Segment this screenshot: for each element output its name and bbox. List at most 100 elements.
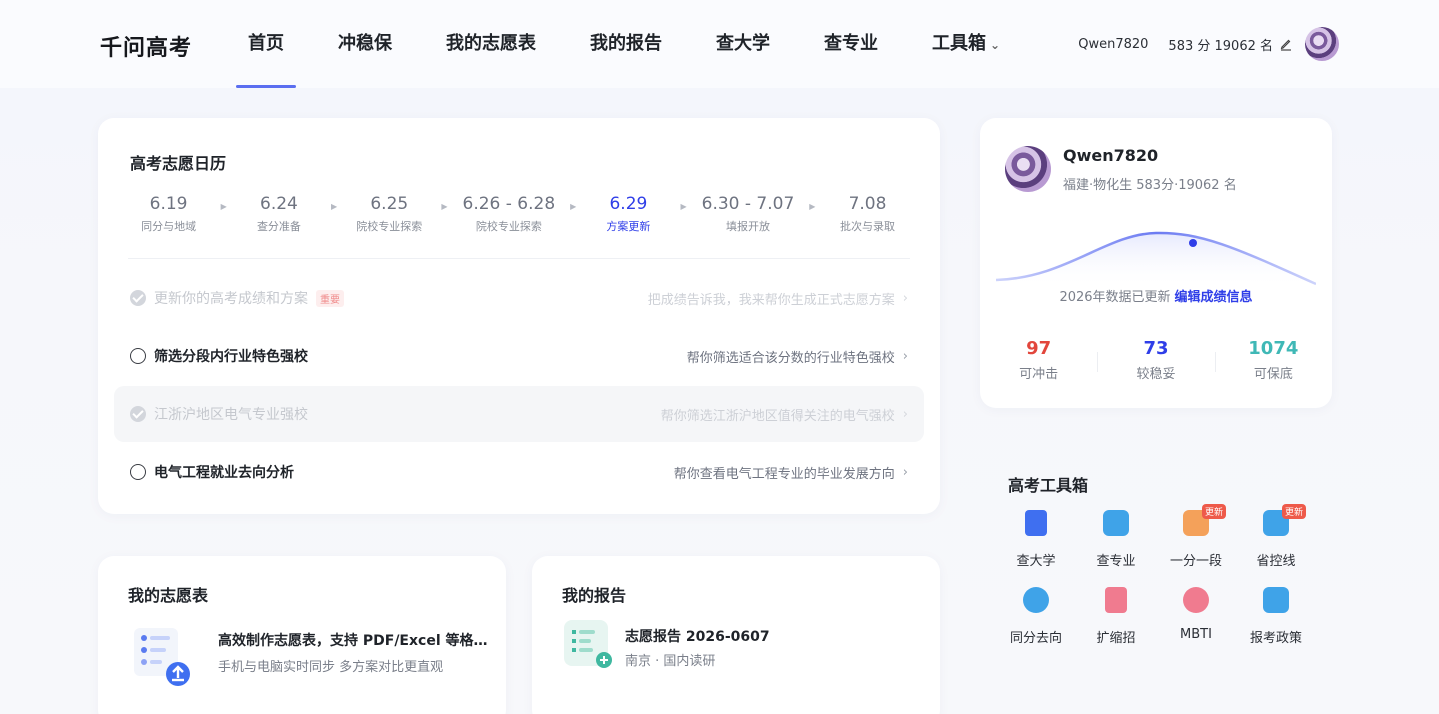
stat-label: 可保底 bbox=[1253, 367, 1293, 382]
wishlist-item-title: 高效制作志愿表，支持 PDF/Excel 等格式导出 bbox=[218, 633, 488, 649]
toolbox-title: 高考工具箱 bbox=[1008, 476, 1089, 495]
wishlist-export-icon bbox=[134, 628, 190, 686]
nav-toolbox[interactable]: 工具箱 ⌄ bbox=[914, 0, 1018, 88]
profile-avatar bbox=[1005, 146, 1051, 192]
stat-safety[interactable]: 1074 可保底 bbox=[1214, 338, 1332, 382]
calendar-step[interactable]: 6.26 - 6.28 院校专业探索 bbox=[449, 194, 569, 234]
profile-info: 福建·物化生 583分·19062 名 bbox=[1063, 178, 1237, 193]
header-score-rank: 583 分 19062 名 bbox=[1168, 38, 1273, 54]
calendar-step[interactable]: 6.25 院校专业探索 bbox=[339, 194, 440, 234]
major-icon bbox=[1103, 510, 1129, 536]
task-desc: 帮你筛选江浙沪地区值得关注的电气强校 bbox=[660, 408, 895, 424]
report-item-subtitle: 南京 · 国内读研 bbox=[625, 654, 716, 669]
step-label: 填报开放 bbox=[725, 220, 770, 233]
tool-label: 一分一段 bbox=[1169, 554, 1222, 569]
profile-stats: 97 可冲击 73 较稳妥 1074 可保底 bbox=[980, 338, 1332, 382]
top-header: 千问高考 首页 冲稳保 我的志愿表 我的报告 查大学 查专业 工具箱 ⌄ Qwen… bbox=[0, 0, 1439, 88]
calendar-card: 高考志愿日历 6.19 同分与地域 ▶ 6.24 查分准备 ▶ 6.25 院校专业探索… bbox=[98, 118, 940, 514]
update-text: 2026年数据已更新 bbox=[1059, 290, 1171, 305]
check-circle-icon[interactable] bbox=[130, 406, 146, 422]
tool-same-score[interactable]: 同分去向 bbox=[996, 587, 1076, 646]
university-icon bbox=[1025, 510, 1047, 536]
tool-policy[interactable]: 报考政策 bbox=[1236, 587, 1316, 646]
profile-name: Qwen7820 bbox=[1063, 146, 1159, 165]
tool-label: 扩缩招 bbox=[1096, 631, 1136, 646]
circle-icon[interactable] bbox=[130, 464, 146, 480]
step-date: 7.08 bbox=[848, 194, 887, 214]
tool-label: MBTI bbox=[1180, 627, 1212, 642]
report-item-title: 志愿报告 2026-0607 bbox=[625, 629, 770, 645]
wishlist-card[interactable]: 我的志愿表 高效制作志愿表，支持 PDF/Excel 等格式导出 手机与电脑实时… bbox=[98, 556, 506, 714]
avatar[interactable] bbox=[1305, 27, 1339, 61]
step-arrow-icon: ▶ bbox=[220, 202, 227, 211]
nav-label: 工具箱 bbox=[932, 33, 986, 54]
chevron-right-icon: › bbox=[902, 290, 908, 306]
task-item[interactable]: 筛选分段内行业特色强校 帮你筛选适合该分数的行业特色强校 › bbox=[114, 328, 924, 384]
tool-label: 报考政策 bbox=[1249, 631, 1302, 646]
toolbox-grid: 查大学 查专业 更新 一分一段 更新 省控线 同分去向 扩缩招 MBTI 报考政… bbox=[996, 504, 1316, 646]
nav-label: 冲稳保 bbox=[338, 33, 392, 54]
mbti-icon bbox=[1183, 587, 1209, 613]
nav-home[interactable]: 首页 bbox=[230, 0, 302, 88]
data-update-line: 2026年数据已更新 编辑成绩信息 bbox=[980, 286, 1332, 305]
check-circle-icon[interactable] bbox=[130, 290, 146, 306]
chevron-right-icon: › bbox=[902, 406, 908, 422]
chevron-right-icon: › bbox=[902, 464, 908, 480]
task-name: 电气工程就业去向分析 bbox=[154, 465, 294, 481]
nav-my-report[interactable]: 我的报告 bbox=[572, 0, 680, 88]
profile-card: Qwen7820 福建·物化生 583分·19062 名 2026年数据已更新编… bbox=[980, 118, 1332, 408]
update-tag: 更新 bbox=[1282, 504, 1307, 519]
stat-label: 较稳妥 bbox=[1136, 367, 1176, 382]
task-item[interactable]: 更新你的高考成绩和方案 重要 把成绩告诉我，我来帮你生成正式志愿方案 › bbox=[114, 270, 924, 326]
tool-score-segment[interactable]: 更新 一分一段 bbox=[1156, 504, 1236, 569]
task-item[interactable]: 电气工程就业去向分析 帮你查看电气工程专业的毕业发展方向 › bbox=[114, 444, 924, 500]
score-distribution-curve bbox=[996, 231, 1316, 288]
edit-score-link[interactable]: 编辑成绩信息 bbox=[1175, 290, 1253, 305]
nav-search-major[interactable]: 查专业 bbox=[806, 0, 896, 88]
stat-match[interactable]: 73 较稳妥 bbox=[1097, 338, 1214, 382]
calendar-title: 高考志愿日历 bbox=[130, 154, 227, 173]
update-tag: 更新 bbox=[1202, 504, 1227, 519]
task-item[interactable]: 江浙沪地区电气专业强校 帮你筛选江浙沪地区值得关注的电气强校 › bbox=[114, 386, 924, 442]
stat-label: 可冲击 bbox=[1019, 367, 1059, 382]
nav-label: 查大学 bbox=[716, 33, 770, 54]
nav-search-university[interactable]: 查大学 bbox=[698, 0, 788, 88]
step-label: 同分与地域 bbox=[141, 220, 197, 233]
calendar-step[interactable]: 6.24 查分准备 bbox=[228, 194, 329, 234]
step-date: 6.25 bbox=[370, 194, 409, 214]
edit-pen-icon[interactable] bbox=[1279, 37, 1293, 51]
task-desc: 帮你查看电气工程专业的毕业发展方向 bbox=[673, 466, 895, 482]
app-logo[interactable]: 千问高考 bbox=[100, 30, 192, 62]
stat-value: 73 bbox=[1143, 338, 1169, 359]
report-card[interactable]: 我的报告 志愿报告 2026-0607 南京 · 国内读研 bbox=[532, 556, 940, 714]
task-desc: 帮你筛选适合该分数的行业特色强校 bbox=[686, 350, 895, 366]
tool-province-line[interactable]: 更新 省控线 bbox=[1236, 504, 1316, 569]
nav-chong-wen-bao[interactable]: 冲稳保 bbox=[320, 0, 410, 88]
task-desc: 把成绩告诉我，我来帮你生成正式志愿方案 bbox=[647, 292, 895, 308]
calendar-step[interactable]: 7.08 批次与录取 bbox=[817, 194, 918, 234]
enrollment-change-icon bbox=[1105, 587, 1127, 613]
calendar-step[interactable]: 6.19 同分与地域 bbox=[118, 194, 219, 234]
report-document-icon bbox=[564, 620, 612, 668]
nav-label: 首页 bbox=[248, 33, 284, 54]
nav-my-wishlist[interactable]: 我的志愿表 bbox=[428, 0, 554, 88]
tool-search-university[interactable]: 查大学 bbox=[996, 510, 1076, 569]
chevron-right-icon: › bbox=[902, 348, 908, 364]
task-name: 更新你的高考成绩和方案 bbox=[154, 291, 308, 307]
stat-value: 1074 bbox=[1248, 338, 1299, 359]
stat-value: 97 bbox=[1026, 338, 1052, 359]
toolbox-card: 高考工具箱 查大学 查专业 更新 一分一段 更新 省控线 同分去向 扩缩招 MB… bbox=[980, 440, 1332, 690]
tool-enrollment-change[interactable]: 扩缩招 bbox=[1076, 587, 1156, 646]
calendar-divider bbox=[128, 258, 910, 259]
step-arrow-icon: ▶ bbox=[331, 202, 338, 211]
task-name: 江浙沪地区电气专业强校 bbox=[154, 407, 308, 423]
calendar-step-active[interactable]: 6.29 方案更新 bbox=[578, 194, 679, 234]
header-username[interactable]: Qwen7820 bbox=[1078, 37, 1148, 52]
user-area: Qwen7820 583 分 19062 名 bbox=[1078, 26, 1339, 62]
tool-mbti[interactable]: MBTI bbox=[1156, 587, 1236, 646]
calendar-step[interactable]: 6.30 - 7.07 填报开放 bbox=[688, 194, 808, 234]
stat-reach[interactable]: 97 可冲击 bbox=[980, 338, 1097, 382]
circle-icon[interactable] bbox=[130, 348, 146, 364]
step-date: 6.19 bbox=[149, 194, 188, 214]
tool-search-major[interactable]: 查专业 bbox=[1076, 510, 1156, 569]
